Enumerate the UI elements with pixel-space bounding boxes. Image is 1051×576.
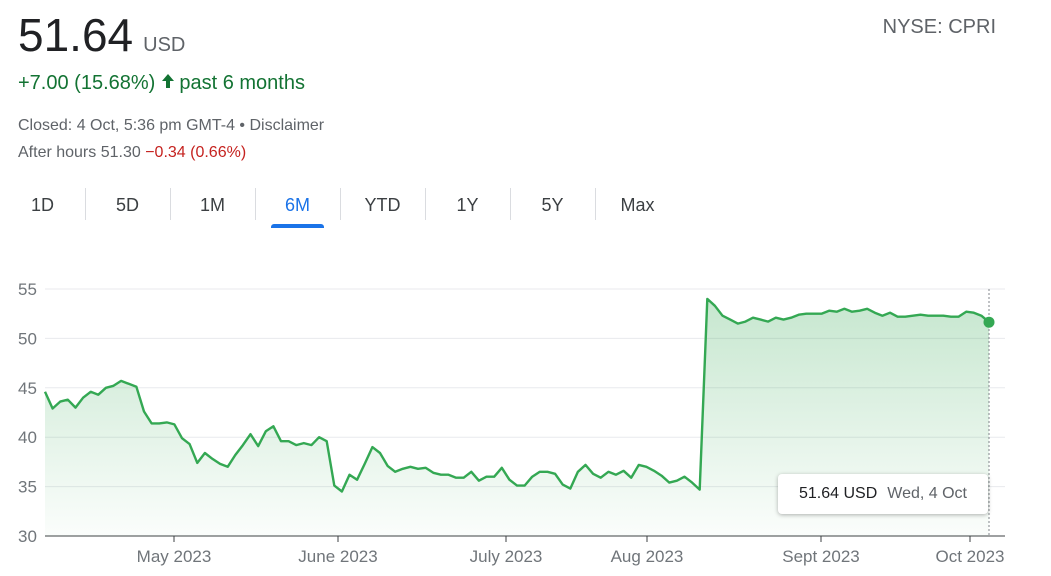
tooltip-value: 51.64 USD [799, 485, 878, 502]
y-tick-label: 50 [18, 329, 37, 348]
x-tick-label: June 2023 [298, 547, 377, 566]
x-axis-labels: May 2023 June 2023 July 2023 Aug 2023 Sept 2… [137, 536, 1005, 566]
y-axis-labels: 30 35 40 45 50 55 [18, 280, 37, 546]
y-tick-label: 55 [18, 280, 37, 299]
x-tick-label: May 2023 [137, 547, 212, 566]
last-price-dot [983, 316, 995, 328]
x-tick-label: Sept 2023 [782, 547, 860, 566]
x-tick-label: Aug 2023 [611, 547, 684, 566]
y-tick-label: 35 [18, 478, 37, 497]
y-tick-label: 40 [18, 428, 37, 447]
x-tick-label: Oct 2023 [936, 547, 1005, 566]
y-tick-label: 45 [18, 379, 37, 398]
tooltip-date: Wed, 4 Oct [887, 485, 967, 502]
y-tick-label: 30 [18, 527, 37, 546]
hover-tooltip: 51.64 USD Wed, 4 Oct [778, 474, 988, 514]
x-tick-label: July 2023 [470, 547, 543, 566]
